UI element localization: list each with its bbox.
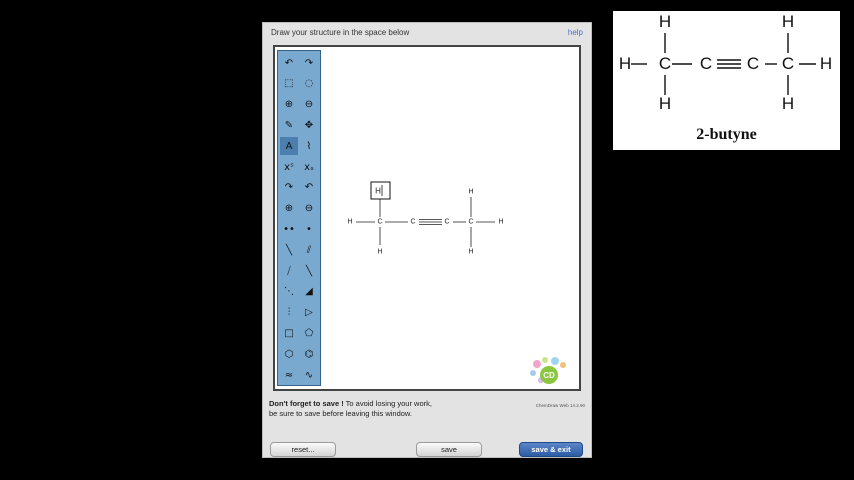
- ref-h-bottom-right: H: [781, 94, 795, 113]
- triple-bond-icon[interactable]: ⧸: [280, 262, 298, 280]
- single-bond-icon[interactable]: ╲: [280, 241, 298, 259]
- instruction-text: Draw your structure in the space below: [271, 28, 410, 37]
- toolbar: ↶ ↷ ⬚ ◌ ⊕ ⊖ ✎ ✥ A ⌇ xˢ xₛ ↷ ↶ ⊕ ⊖ •• • ╲ ⫽ ⧸ ╲ ⋱ ◢ ⫶ ▷ □ ⬠ ⬡ ⌬ ≈ ∿: [277, 50, 321, 386]
- double-bond-icon[interactable]: ⫽: [300, 241, 318, 259]
- radical-pair-icon[interactable]: ••: [280, 220, 298, 238]
- logo-text: CD: [543, 371, 555, 380]
- ref-c2: C: [699, 54, 713, 73]
- reference-bonds: [631, 33, 816, 95]
- undo-icon[interactable]: ↶: [280, 54, 298, 72]
- save-exit-button[interactable]: save & exit: [519, 442, 583, 457]
- pentagon-ring-icon[interactable]: ⬠: [300, 324, 318, 342]
- move-icon[interactable]: ✥: [300, 116, 318, 134]
- wedge-bond-icon[interactable]: ◢: [300, 283, 318, 301]
- subscript-icon[interactable]: xₛ: [300, 158, 318, 176]
- superscript-icon[interactable]: xˢ: [280, 158, 298, 176]
- hexagon-ring-icon[interactable]: ⬡: [280, 345, 298, 363]
- drawing-area: ↶ ↷ ⬚ ◌ ⊕ ⊖ ✎ ✥ A ⌇ xˢ xₛ ↷ ↶ ⊕ ⊖ •• • ╲ ⫽ ⧸ ╲ ⋱ ◢ ⫶ ▷ □ ⬠ ⬡ ⌬ ≈ ∿: [273, 45, 581, 391]
- benzene-ring-icon[interactable]: ⌬: [300, 345, 318, 363]
- chemdraw-editor-panel: Draw your structure in the space below h…: [262, 22, 592, 458]
- atom-c2[interactable]: C: [410, 219, 415, 226]
- atom-h-left[interactable]: H: [347, 219, 352, 226]
- reset-button[interactable]: reset...: [270, 442, 336, 457]
- ref-c4: C: [781, 54, 795, 73]
- atom-h-c1-bottom[interactable]: H: [377, 249, 382, 256]
- ref-c1: C: [658, 54, 672, 73]
- chain-tool-icon[interactable]: ⌇: [300, 137, 318, 155]
- text-tool-icon[interactable]: A: [280, 137, 298, 156]
- save-button[interactable]: save: [416, 442, 482, 457]
- lasso-select-icon[interactable]: ◌: [300, 75, 318, 93]
- arrow-tool-icon[interactable]: ▷: [300, 304, 318, 322]
- molecule-drawing: [356, 181, 495, 247]
- dashed-bond-icon[interactable]: ⋱: [280, 283, 298, 301]
- minus-charge-icon[interactable]: ⊖: [300, 200, 318, 218]
- atom-h-c1-top-editing[interactable]: H: [375, 187, 381, 196]
- plus-charge-icon[interactable]: ⊕: [280, 200, 298, 218]
- redo-icon[interactable]: ↷: [300, 54, 318, 72]
- arrow-curved-right-icon[interactable]: ↶: [300, 179, 318, 197]
- ref-h-top-right: H: [781, 12, 795, 31]
- ref-h-right: H: [819, 54, 833, 73]
- atom-c1[interactable]: C: [377, 219, 382, 226]
- wavy-bond-icon[interactable]: ∿: [300, 366, 318, 384]
- atom-c3[interactable]: C: [444, 219, 449, 226]
- eraser-icon[interactable]: ✎: [280, 116, 298, 134]
- bold-bond-icon[interactable]: ╲: [300, 262, 318, 280]
- help-link[interactable]: help: [568, 28, 583, 37]
- arrow-curved-left-icon[interactable]: ↷: [280, 179, 298, 197]
- save-note: Don't forget to save ! To avoid losing y…: [269, 399, 432, 419]
- atom-h-c4-bottom[interactable]: H: [468, 249, 473, 256]
- chemdraw-logo: CD: [525, 355, 573, 385]
- ref-h-left: H: [618, 54, 632, 73]
- marquee-select-icon[interactable]: ⬚: [280, 75, 298, 93]
- atom-h-right[interactable]: H: [498, 219, 503, 226]
- drawing-canvas[interactable]: H C C C C H H H H H: [323, 49, 577, 387]
- zoom-out-icon[interactable]: ⊖: [300, 96, 318, 114]
- radical-icon[interactable]: •: [300, 220, 318, 238]
- ref-c3: C: [746, 54, 760, 73]
- chemdraw-logo-icon: CD: [530, 357, 566, 384]
- save-note-bold: Don't forget to save !: [269, 399, 344, 408]
- square-ring-icon[interactable]: □: [280, 324, 298, 342]
- ref-h-top-left: H: [658, 12, 672, 31]
- ref-h-bottom-left: H: [658, 94, 672, 113]
- save-note-line2: be sure to save before leaving this wind…: [269, 409, 413, 418]
- version-label: ChemDraw Web 14.2.90: [535, 403, 585, 408]
- hashed-wedge-icon[interactable]: ⫶: [280, 304, 298, 322]
- chain-zigzag-icon[interactable]: ≈: [280, 366, 298, 384]
- zoom-in-icon[interactable]: ⊕: [280, 96, 298, 114]
- atom-h-c4-top[interactable]: H: [468, 189, 473, 196]
- reference-structure-image: H H H C C C C H H H 2-butyne: [613, 11, 840, 150]
- atom-c4[interactable]: C: [468, 219, 473, 226]
- save-note-line1: To avoid losing your work,: [343, 399, 432, 408]
- reference-caption: 2-butyne: [696, 126, 757, 143]
